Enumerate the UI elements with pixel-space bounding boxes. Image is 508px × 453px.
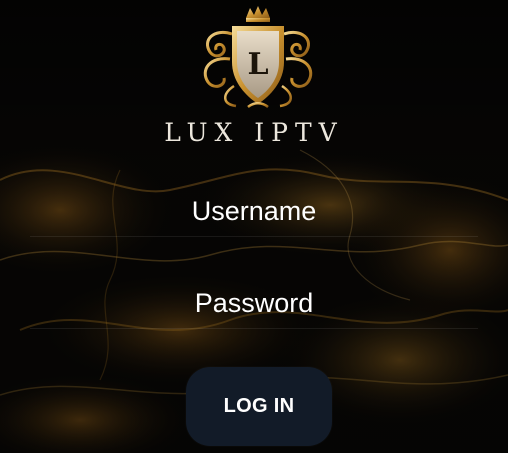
password-input[interactable] bbox=[30, 280, 478, 326]
username-underline bbox=[30, 236, 478, 237]
logo-letter: L bbox=[247, 47, 268, 82]
login-button[interactable]: LOG IN bbox=[186, 367, 332, 446]
username-input[interactable] bbox=[30, 188, 478, 234]
password-underline bbox=[30, 328, 478, 329]
crest-shield-icon: L bbox=[203, 6, 313, 109]
brand-title: LUX IPTV bbox=[164, 118, 344, 147]
